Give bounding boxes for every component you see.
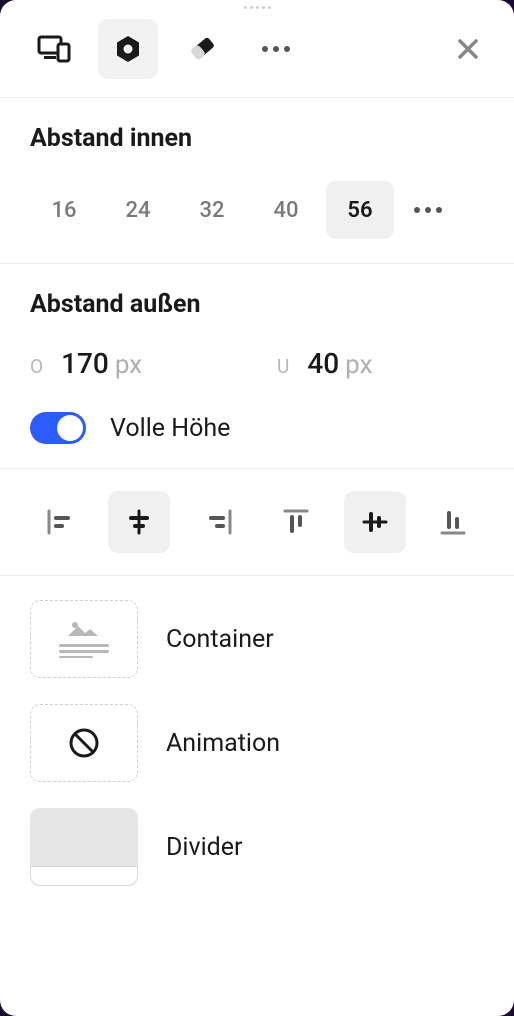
lines-icon: [59, 644, 109, 658]
align-top-icon: [281, 507, 311, 537]
more-button[interactable]: [246, 19, 306, 79]
align-center-icon: [124, 509, 154, 535]
container-label: Container: [166, 625, 274, 654]
padding-title: Abstand innen: [30, 124, 484, 153]
more-icon: [262, 46, 290, 52]
close-icon: [457, 38, 479, 60]
padding-presets: 16 24 32 40 56: [30, 181, 484, 239]
v-align-middle[interactable]: [344, 491, 406, 553]
margin-section: Abstand außen O 170px U 40px Volle Höhe: [0, 264, 514, 469]
align-bottom-icon: [438, 507, 468, 537]
divider-preview: [30, 808, 138, 886]
preset-32[interactable]: 32: [178, 181, 246, 239]
element-container[interactable]: Container: [30, 600, 484, 678]
full-height-toggle[interactable]: [30, 412, 86, 444]
divider-label: Divider: [166, 833, 243, 862]
margin-bottom-value: 40: [307, 347, 339, 380]
margin-bottom-unit: px: [345, 350, 372, 380]
eraser-icon: [186, 33, 218, 65]
align-left-icon: [46, 509, 76, 535]
drag-handle[interactable]: [0, 0, 514, 11]
animation-preview: [30, 704, 138, 782]
preset-more-button[interactable]: [406, 207, 450, 213]
padding-section: Abstand innen 16 24 32 40 56: [0, 98, 514, 264]
image-icon: [64, 620, 104, 640]
style-panel: Abstand innen 16 24 32 40 56 Abstand auß…: [0, 0, 514, 1016]
elements-section: Container Animation Divider: [0, 576, 514, 910]
margin-top-value: 170: [61, 347, 109, 380]
full-height-label: Volle Höhe: [110, 414, 230, 443]
margin-bottom-field[interactable]: U 40px: [277, 347, 484, 380]
element-animation[interactable]: Animation: [30, 704, 484, 782]
preset-40[interactable]: 40: [252, 181, 320, 239]
margin-top-field[interactable]: O 170px: [30, 347, 237, 380]
v-align-top[interactable]: [265, 491, 327, 553]
margin-title: Abstand außen: [30, 290, 484, 319]
align-middle-icon: [360, 507, 390, 537]
margin-bottom-label: U: [277, 355, 289, 378]
align-right-icon: [203, 509, 233, 535]
margin-top-unit: px: [115, 350, 142, 380]
animation-label: Animation: [166, 729, 280, 758]
margin-top-label: O: [30, 355, 43, 378]
v-align-bottom[interactable]: [422, 491, 484, 553]
h-align-left[interactable]: [30, 491, 92, 553]
alignment-section: [0, 469, 514, 576]
container-preview: [30, 600, 138, 678]
element-divider[interactable]: Divider: [30, 808, 484, 886]
no-animation-icon: [67, 726, 101, 760]
settings-button[interactable]: [98, 19, 158, 79]
devices-icon: [37, 35, 71, 63]
preset-56[interactable]: 56: [326, 181, 394, 239]
more-icon: [414, 207, 442, 213]
preset-24[interactable]: 24: [104, 181, 172, 239]
panel-toolbar: [0, 11, 514, 98]
eraser-button[interactable]: [172, 19, 232, 79]
devices-button[interactable]: [24, 19, 84, 79]
h-align-right[interactable]: [187, 491, 249, 553]
h-align-center[interactable]: [108, 491, 170, 553]
hexagon-settings-icon: [112, 33, 144, 65]
preset-16[interactable]: 16: [30, 181, 98, 239]
close-button[interactable]: [446, 27, 490, 71]
